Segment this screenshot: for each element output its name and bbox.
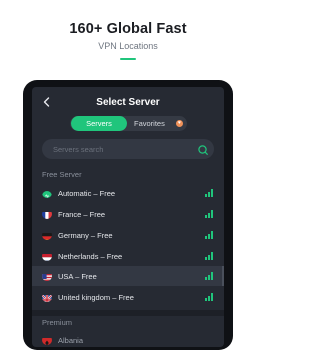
albania-flag-icon (42, 335, 52, 345)
tab-favorites[interactable]: Favorites ♥ (132, 116, 186, 131)
globe-icon (42, 188, 52, 198)
server-row-germany[interactable]: Germany – Free (32, 225, 224, 245)
heart-badge-icon: ♥ (176, 120, 183, 127)
server-row-usa[interactable]: USA – Free (32, 266, 224, 286)
promo-subline: VPN Locations (0, 41, 256, 51)
promo-headline: 160+ Global Fast (0, 21, 256, 37)
server-row-netherlands[interactable]: Netherlands – Free (32, 246, 224, 266)
france-flag-icon (42, 209, 52, 219)
signal-strength-icon (205, 231, 214, 239)
server-label: Germany – Free (58, 231, 113, 240)
app-screen: Select Server Servers Favorites ♥ Server… (32, 87, 224, 347)
usa-flag-icon (42, 271, 52, 281)
germany-flag-icon (42, 230, 52, 240)
netherlands-flag-icon (42, 251, 52, 261)
server-row-albania[interactable]: Albania (32, 330, 224, 347)
page-title: Select Server (32, 97, 224, 108)
signal-strength-icon (205, 189, 214, 197)
tab-favorites-label: Favorites (134, 116, 165, 131)
server-label: United kingdom – Free (58, 293, 134, 302)
section-divider (32, 310, 224, 316)
server-label: Netherlands – Free (58, 252, 122, 261)
signal-strength-icon (205, 252, 214, 260)
server-row-united-kingdom[interactable]: United kingdom – Free (32, 287, 224, 307)
nav-bar: Select Server (32, 87, 224, 115)
tab-servers[interactable]: Servers (71, 116, 127, 131)
signal-strength-icon (205, 272, 214, 280)
search-placeholder: Servers search (53, 145, 103, 154)
server-label: USA – Free (58, 272, 97, 281)
server-label: Automatic – Free (58, 189, 115, 198)
tab-switcher: Servers Favorites ♥ (70, 116, 187, 131)
signal-strength-icon (205, 210, 214, 218)
uk-flag-icon (42, 292, 52, 302)
section-free-label: Free Server (42, 170, 82, 179)
signal-strength-icon (205, 293, 214, 301)
section-premium-label: Premium (42, 318, 72, 327)
accent-underline (120, 58, 136, 60)
server-label: France – Free (58, 210, 105, 219)
search-input[interactable]: Servers search (42, 139, 214, 159)
search-icon[interactable] (197, 143, 209, 155)
server-row-automatic[interactable]: Automatic – Free (32, 183, 224, 203)
server-row-france[interactable]: France – Free (32, 204, 224, 224)
